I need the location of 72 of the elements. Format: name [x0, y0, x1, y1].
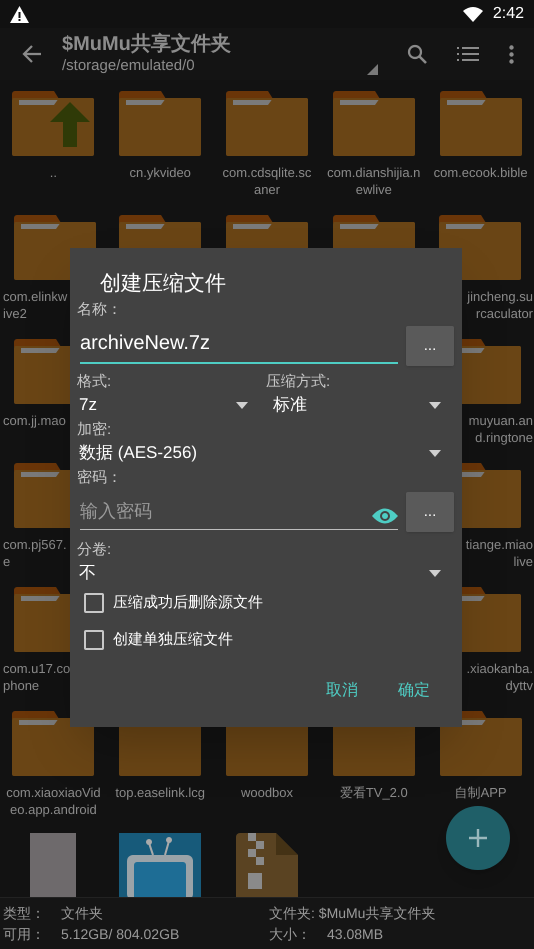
parent-folder-icon	[12, 90, 94, 156]
method-label: 压缩方式:	[266, 372, 332, 392]
file-name: top.easelink.lcg	[115, 784, 205, 801]
clock: 2:42	[492, 4, 524, 24]
dropdown[interactable]: 数据 (AES-256)	[70, 440, 459, 466]
name-label: 名称：	[77, 300, 123, 320]
checkbox-option[interactable]: 压缩成功后删除源文件	[84, 592, 462, 614]
file-name: .xiaokanba. dyttv	[466, 660, 533, 694]
type-value: 文件夹	[61, 904, 103, 923]
zip-file-icon	[236, 833, 298, 897]
folder-name-text: 文件夹: $MuMu共享文件夹	[269, 904, 436, 923]
format-label: 格式:	[77, 372, 112, 392]
file-name: com.dianshijia.n ewlive	[327, 164, 420, 198]
folder-icon	[119, 90, 202, 156]
folder-icon	[226, 90, 308, 156]
checkbox-option[interactable]: 创建单独压缩文件	[84, 628, 462, 651]
browse-button[interactable]: ...	[406, 492, 454, 532]
size-label: 大小：	[269, 925, 311, 944]
checkbox[interactable]	[84, 630, 104, 650]
eye-icon[interactable]	[372, 507, 398, 525]
type-label: 类型：	[3, 904, 45, 923]
dropdown[interactable]: 不	[70, 560, 459, 586]
folder-title: $MuMu共享文件夹	[62, 32, 231, 58]
browse-button[interactable]: ...	[406, 326, 454, 366]
wifi-icon	[462, 6, 483, 22]
file-name: com.elinkw ive2	[3, 288, 68, 322]
dialog-button[interactable]: 取消	[326, 679, 358, 703]
file-name: woodbox	[240, 784, 294, 801]
tv-app-icon	[119, 833, 202, 897]
more-options-icon[interactable]	[509, 44, 514, 64]
file-name: com.cdsqlite.sc aner	[222, 164, 312, 198]
dialog-title: 创建压缩文件	[100, 271, 227, 297]
back-icon[interactable]	[22, 45, 42, 63]
size-value: 43.08MB	[327, 925, 384, 944]
warning-icon	[10, 6, 29, 22]
free-space-value: 5.12GB/ 804.02GB	[61, 925, 180, 944]
file-name: 自制APP	[454, 784, 507, 801]
file-name: ..	[50, 164, 58, 181]
folder-icon	[440, 90, 522, 156]
search-icon[interactable]	[407, 44, 427, 64]
file-name: com.ecook.bible	[434, 164, 528, 181]
encryption-label: 加密:	[77, 420, 112, 440]
folder-icon	[440, 710, 522, 776]
dropdown-caret-icon	[429, 450, 441, 456]
password-label: 密码：	[77, 468, 123, 488]
dropdown-caret-icon	[236, 402, 248, 408]
folder-icon	[332, 90, 415, 156]
name-input[interactable]: archiveNew.7z	[80, 328, 398, 364]
file-name: 爱看TV_2.0	[340, 784, 408, 801]
file-name: tiange.miao live	[466, 536, 533, 570]
folder-icon	[12, 710, 94, 776]
list-view-icon[interactable]	[457, 47, 479, 61]
dropdown-caret-icon	[429, 402, 441, 408]
path-dropdown-icon[interactable]	[367, 64, 378, 75]
password-input[interactable]: 输入密码	[80, 498, 368, 525]
dialog-button[interactable]: 确定	[398, 679, 430, 703]
file-name: com.pj567. e	[3, 536, 67, 570]
file-name: com.xiaoxiaoVid eo.app.android	[6, 784, 101, 818]
file-name: com.u17.co phone	[3, 660, 70, 694]
free-space-label: 可用：	[3, 925, 45, 944]
split-label: 分卷:	[77, 540, 112, 560]
plus-icon	[469, 829, 487, 847]
dropdown[interactable]: 标准	[264, 392, 459, 418]
dropdown[interactable]: 7z	[70, 392, 266, 418]
folder-path[interactable]: /storage/emulated/0	[62, 57, 231, 76]
file-name: cn.ykvideo	[129, 164, 191, 181]
photo-placeholder	[30, 833, 76, 897]
file-name: muyuan.an d.ringtone	[468, 412, 533, 446]
file-name: com.jj.mao	[3, 412, 66, 429]
checkbox[interactable]	[84, 593, 104, 614]
dropdown-caret-icon	[429, 570, 441, 576]
file-name: jincheng.su rcaculator	[467, 288, 533, 322]
